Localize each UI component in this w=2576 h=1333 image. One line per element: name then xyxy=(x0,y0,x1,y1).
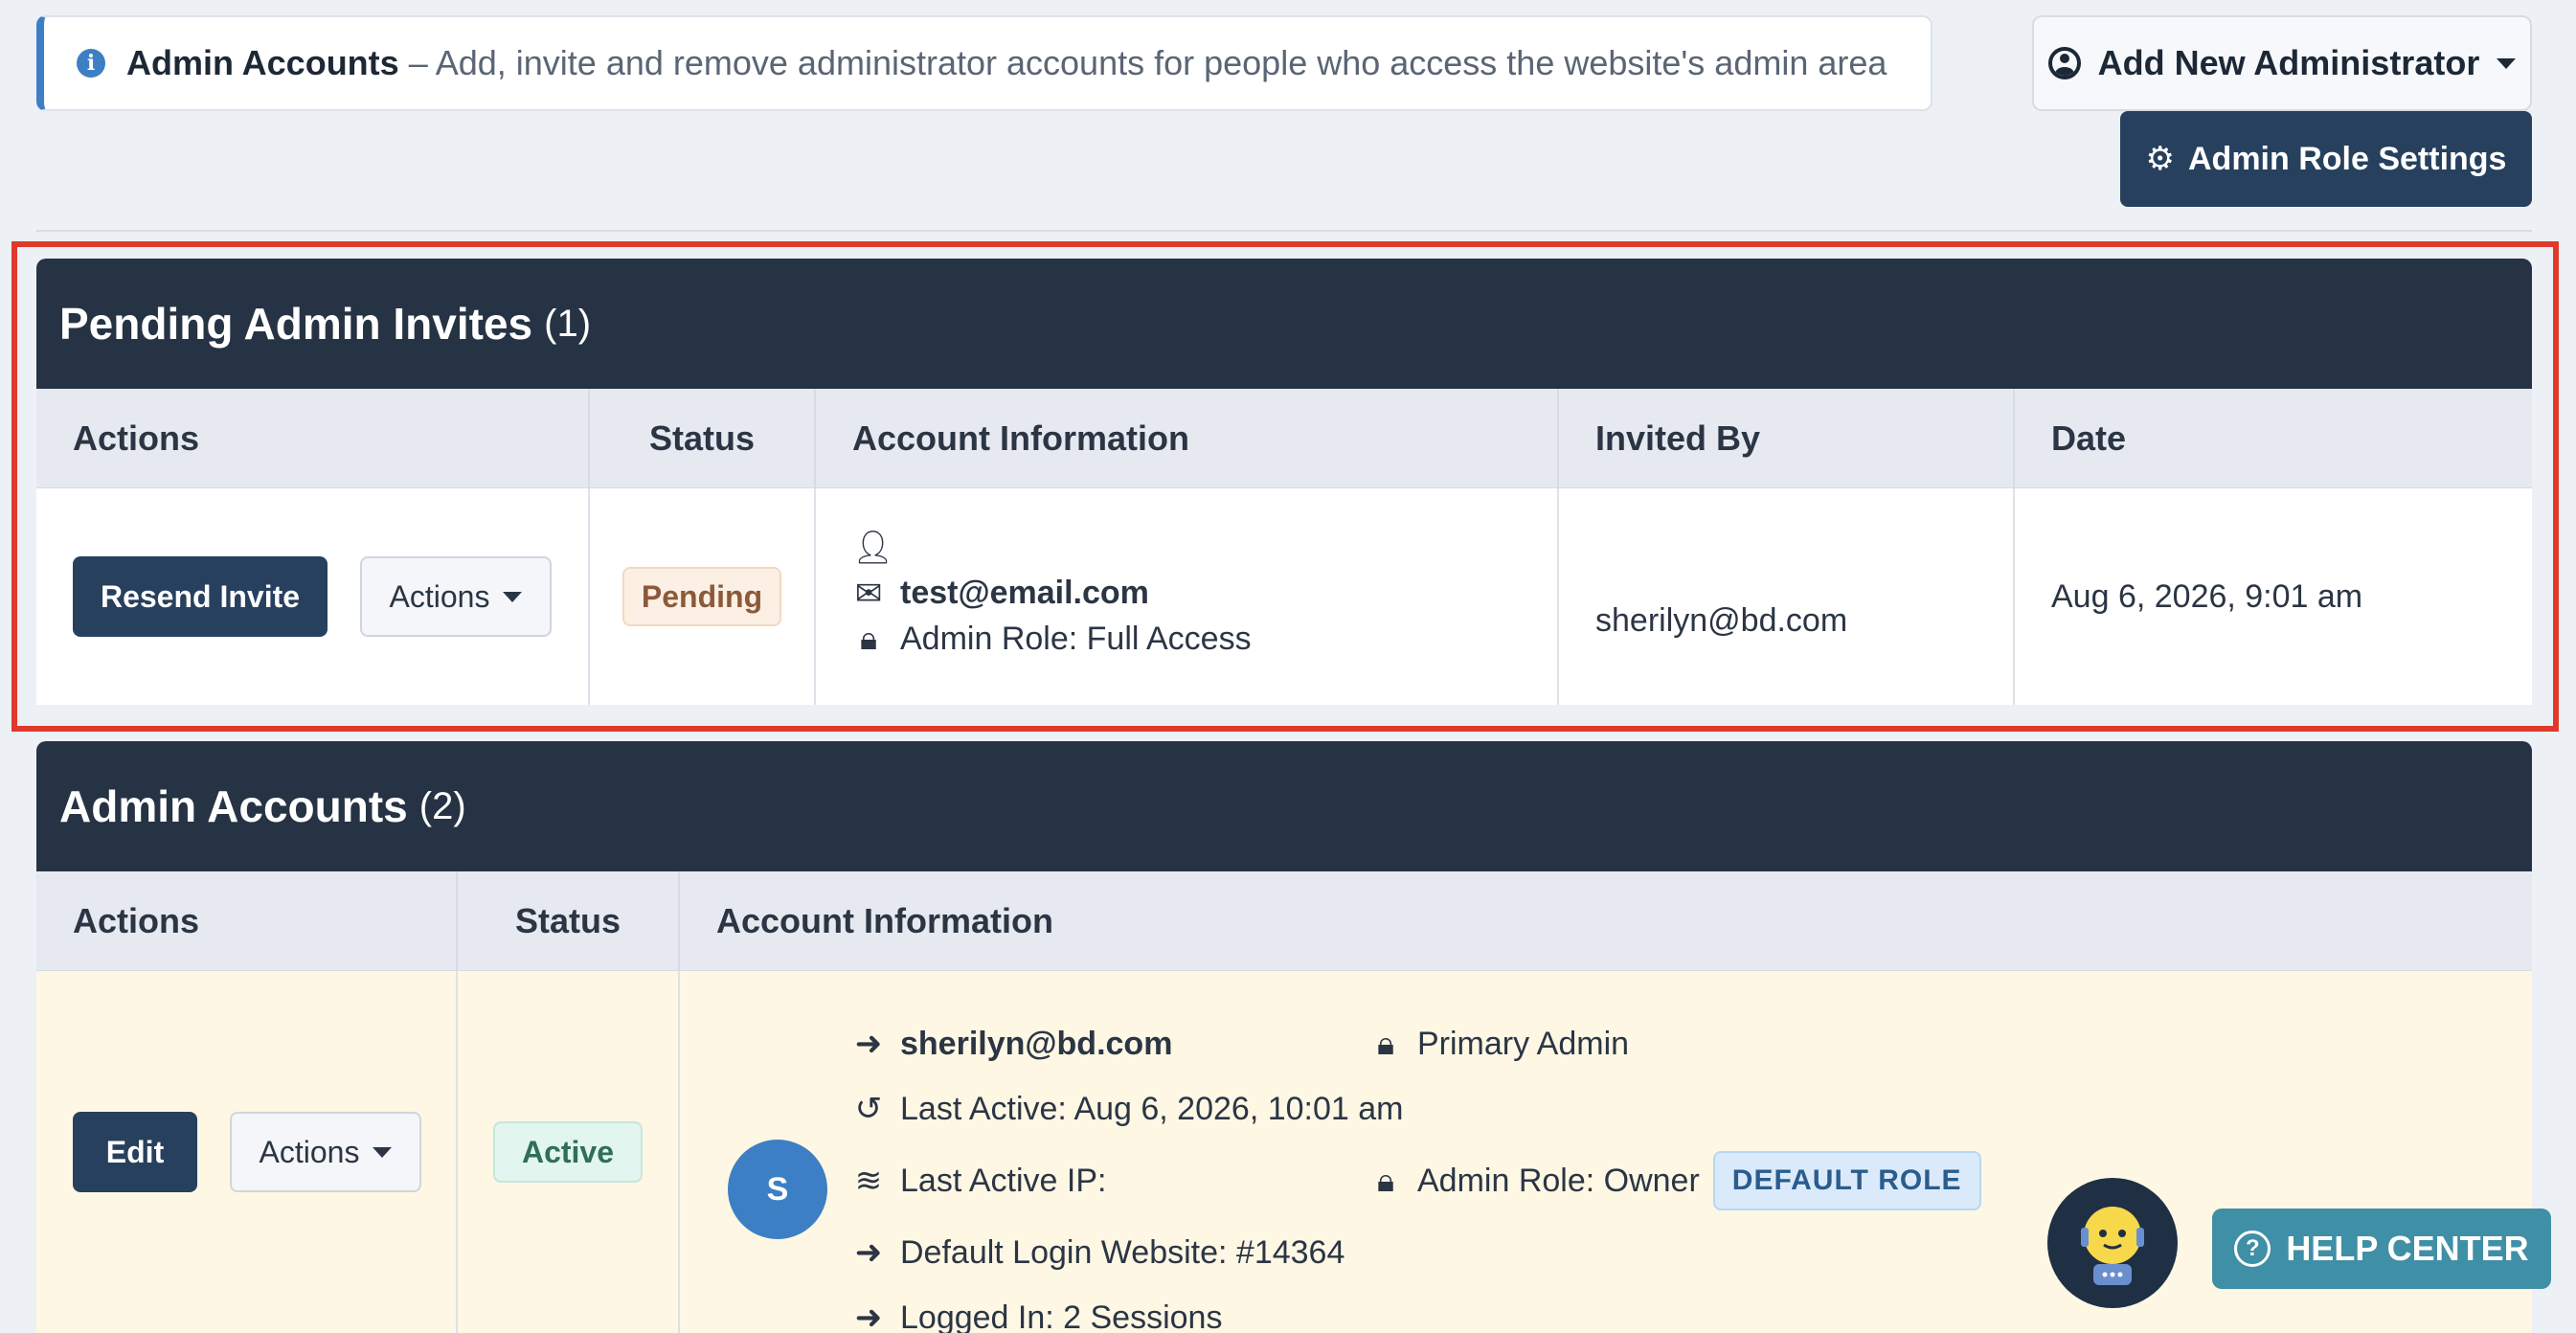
sign-in-icon: ➜ xyxy=(854,1026,883,1062)
sign-in-icon: ➜ xyxy=(854,1234,883,1271)
status-badge: Active xyxy=(492,1121,644,1183)
default-login-website: Default Login Website: #14364 xyxy=(900,1233,1345,1271)
column-header-status: Status xyxy=(458,871,680,970)
help-center-button[interactable]: ? HELP CENTER xyxy=(2212,1209,2551,1289)
info-banner: i Admin Accounts – Add, invite and remov… xyxy=(36,15,1932,111)
actions-cell: Edit Actions xyxy=(36,971,458,1333)
account-details-left: ➜ sherilyn@bd.com ↺ Last Active: Aug 6, … xyxy=(852,1011,1404,1333)
primary-admin-line: 🔒︎ Primary Admin xyxy=(1369,1011,1981,1076)
last-ip-line: ≋ Last Active IP: xyxy=(852,1141,1403,1220)
highlight-box xyxy=(11,241,2559,732)
column-header-account-information: Account Information xyxy=(716,900,1053,940)
admin-role: Admin Role: Owner xyxy=(1417,1162,1700,1199)
add-new-administrator-button[interactable]: Add New Administrator xyxy=(2032,15,2532,111)
chat-bot-button[interactable] xyxy=(2047,1178,2178,1308)
status-cell: Active xyxy=(458,971,680,1333)
caret-down-icon xyxy=(373,1146,393,1158)
sessions-line: ➜ Logged In: 2 Sessions xyxy=(852,1285,1403,1333)
role-settings-label: Admin Role Settings xyxy=(2188,140,2507,177)
divider xyxy=(36,230,2532,232)
admin-accounts-header: Admin Accounts (2) xyxy=(36,741,2532,871)
history-icon: ↺ xyxy=(854,1091,883,1127)
last-active-line: ↺ Last Active: Aug 6, 2026, 10:01 am xyxy=(852,1076,1404,1141)
accounts-table-header: Actions Status Account Information xyxy=(36,871,2532,971)
account-details-right: 🔒︎ Primary Admin 🔒︎ Admin Role: Owner DE… xyxy=(1369,1011,1981,1220)
last-active-ip: Last Active IP: xyxy=(900,1162,1107,1199)
account-email: sherilyn@bd.com xyxy=(900,1025,1173,1062)
wifi-icon: ≋ xyxy=(854,1163,883,1199)
column-header-actions: Actions xyxy=(36,871,458,970)
banner-description: – Add, invite and remove administrator a… xyxy=(408,43,1887,82)
logged-in-sessions: Logged In: 2 Sessions xyxy=(900,1299,1223,1333)
edit-button[interactable]: Edit xyxy=(73,1112,197,1192)
avatar: S xyxy=(728,1140,827,1239)
lock-icon: 🔒︎ xyxy=(1376,1025,1395,1062)
user-circle-icon xyxy=(2047,47,2081,79)
caret-down-icon xyxy=(2497,57,2517,69)
add-admin-label: Add New Administrator xyxy=(2097,43,2480,82)
default-site-line: ➜ Default Login Website: #14364 xyxy=(852,1220,1403,1285)
robot-icon xyxy=(2081,1207,2144,1285)
actions-dropdown-button[interactable]: Actions xyxy=(230,1112,421,1192)
default-role-badge: DEFAULT ROLE xyxy=(1712,1151,1981,1210)
question-icon: ? xyxy=(2234,1231,2271,1267)
admin-role-line: 🔒︎ Admin Role: Owner DEFAULT ROLE xyxy=(1369,1141,1981,1220)
primary-admin: Primary Admin xyxy=(1417,1025,1630,1062)
info-icon: i xyxy=(77,49,105,78)
last-active: Last Active: Aug 6, 2026, 10:01 am xyxy=(900,1090,1404,1127)
login-email-line: ➜ sherilyn@bd.com xyxy=(852,1011,1403,1076)
help-center-label: HELP CENTER xyxy=(2286,1229,2529,1268)
actions-label: Actions xyxy=(259,1134,360,1169)
admin-accounts-count: (2) xyxy=(418,784,466,827)
admin-accounts-title: Admin Accounts xyxy=(59,781,408,831)
banner-title: Admin Accounts xyxy=(126,43,399,82)
gears-icon: ⚙ xyxy=(2145,141,2175,177)
admin-role-settings-button[interactable]: ⚙ Admin Role Settings xyxy=(2120,111,2532,207)
sign-in-icon: ➜ xyxy=(854,1299,883,1333)
lock-icon: 🔒︎ xyxy=(1376,1162,1395,1199)
